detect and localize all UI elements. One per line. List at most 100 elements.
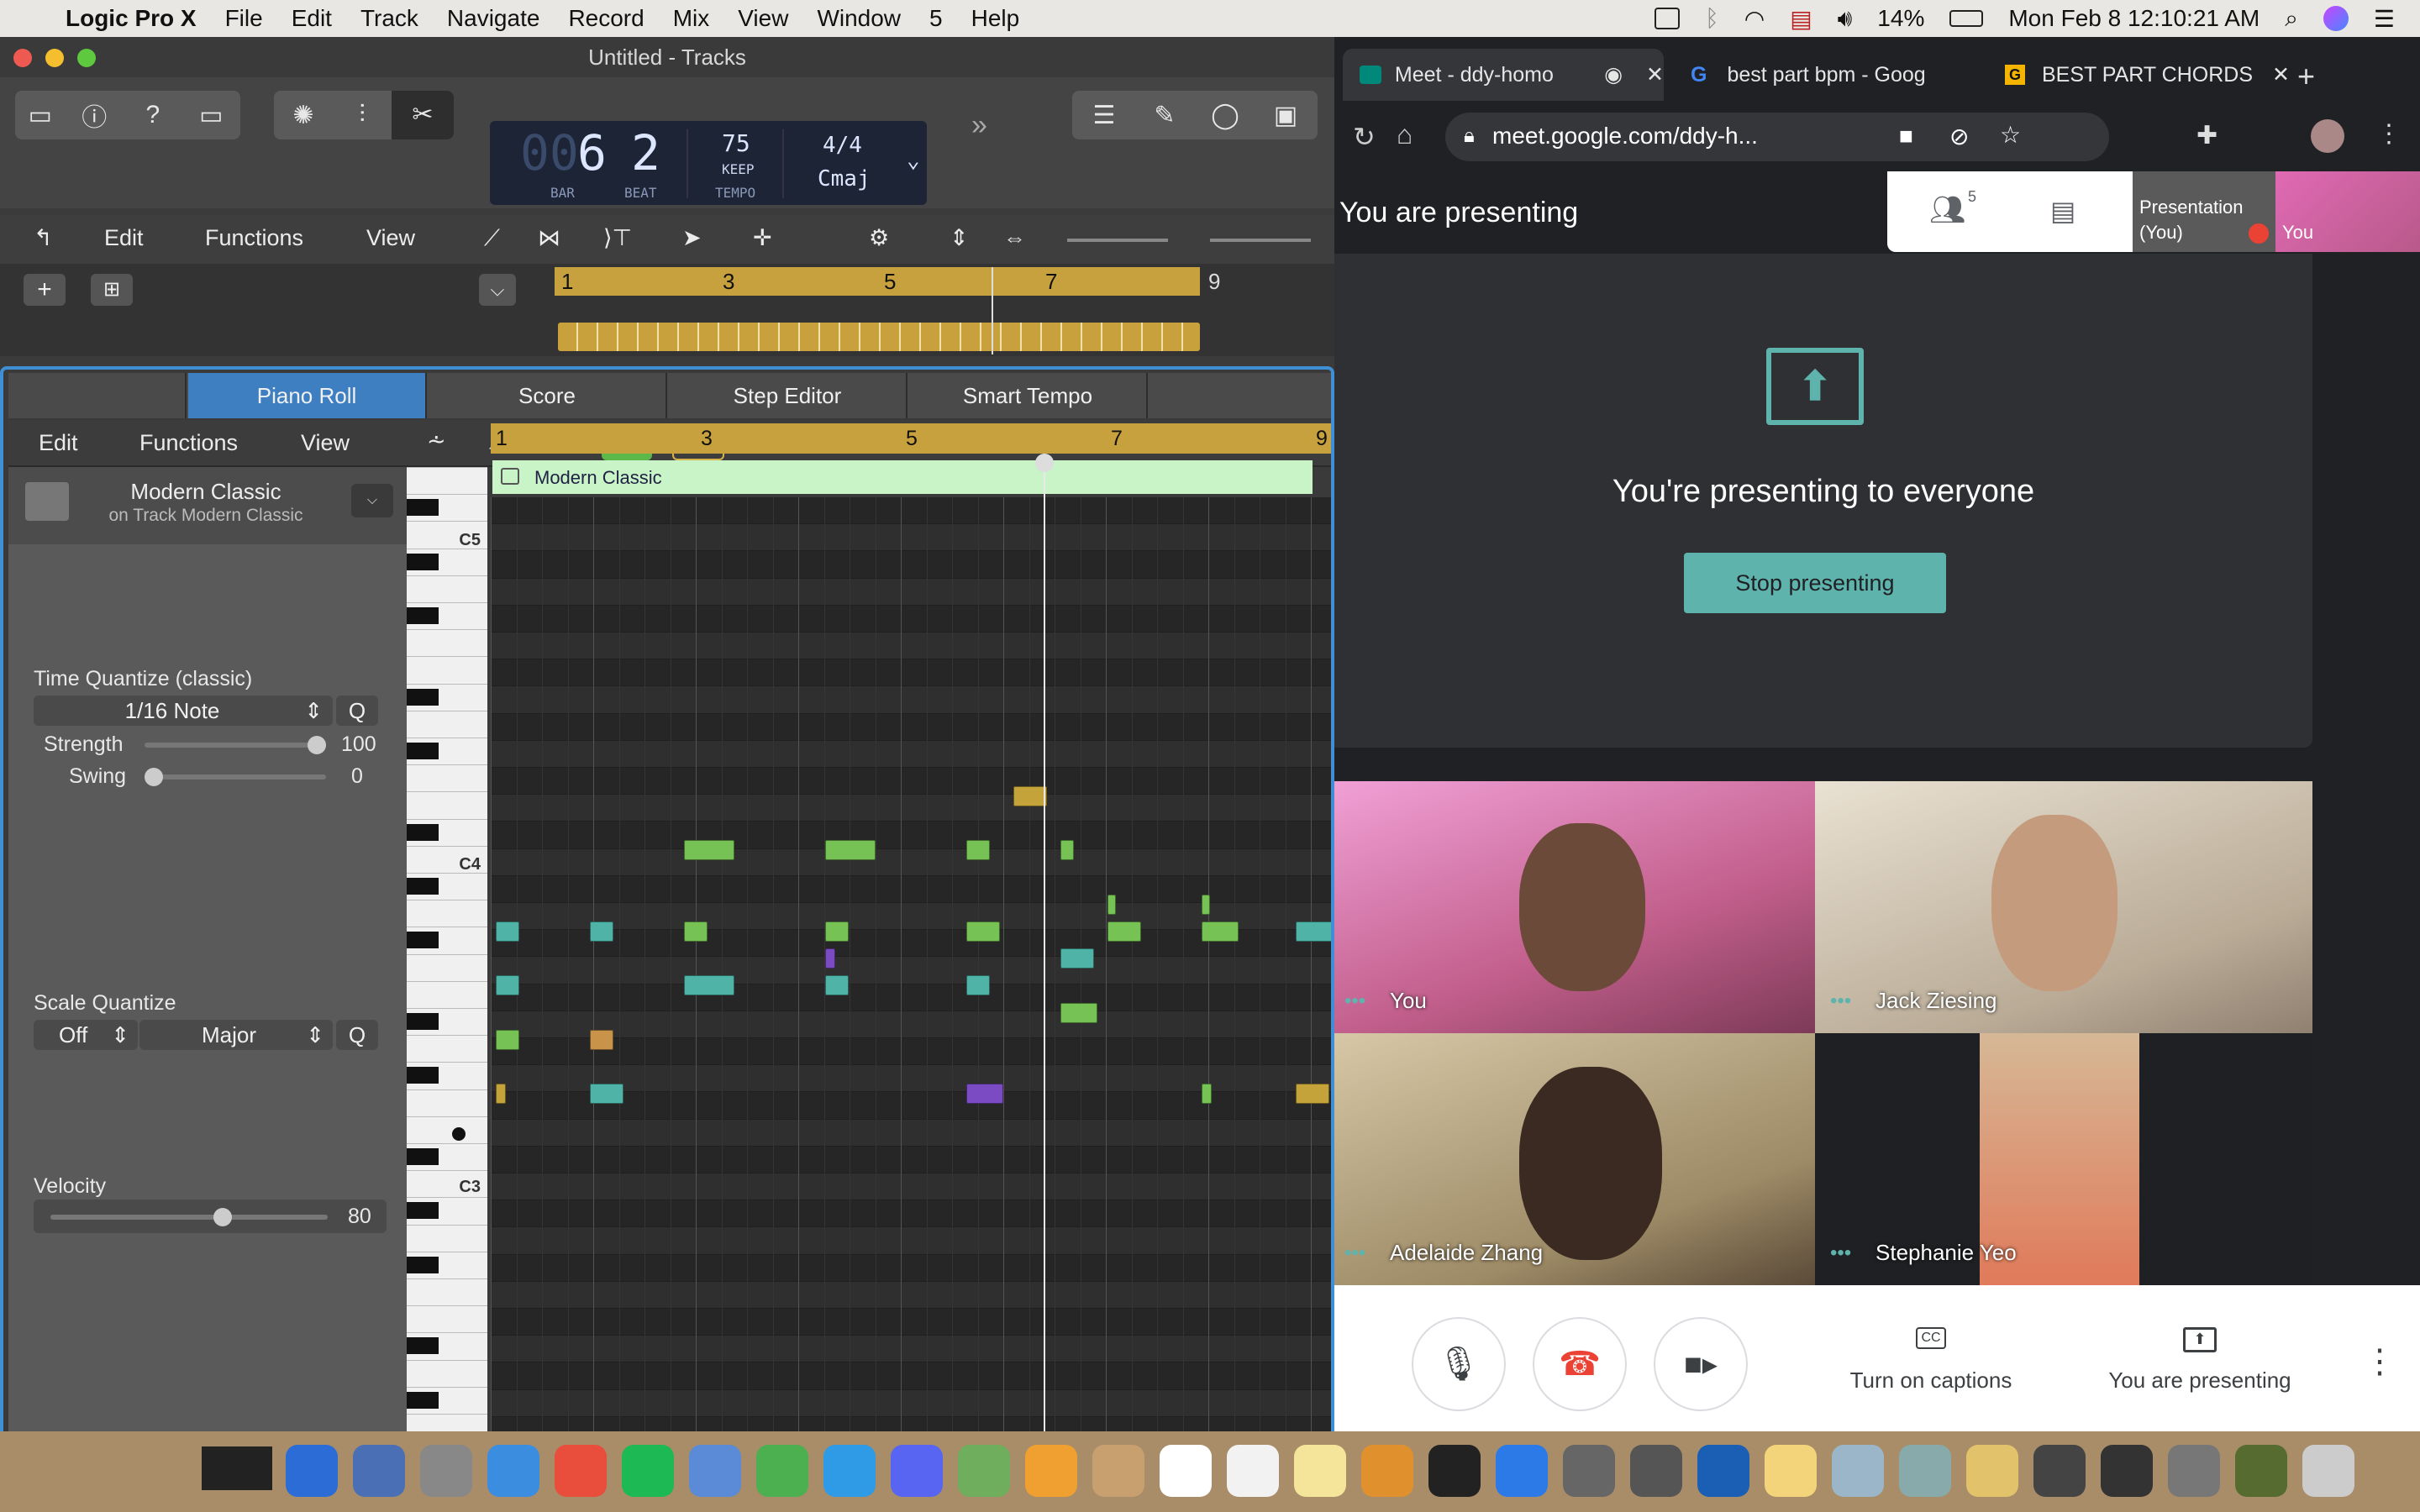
note-grid[interactable] bbox=[491, 497, 1331, 1431]
pr-view-menu[interactable]: View bbox=[301, 430, 350, 456]
time-quantize-select[interactable]: 1/16 Note ⇕ bbox=[34, 696, 333, 726]
tab-score[interactable]: Score bbox=[429, 373, 667, 418]
midi-note[interactable] bbox=[1202, 921, 1239, 942]
black-key[interactable] bbox=[407, 932, 439, 949]
black-key[interactable] bbox=[407, 878, 439, 895]
close-tab-icon[interactable]: ✕ bbox=[2272, 62, 2290, 87]
dock-app-icon[interactable] bbox=[1361, 1445, 1413, 1497]
participant-tile-stephanie[interactable]: ••• Stephanie Yeo bbox=[1815, 1033, 2312, 1285]
reload-icon[interactable]: ↻ bbox=[1353, 121, 1376, 153]
menu-navigate[interactable]: Navigate bbox=[447, 5, 540, 32]
midi-note[interactable] bbox=[590, 1029, 613, 1050]
menu-view[interactable]: View bbox=[738, 5, 788, 32]
participant-tile-you[interactable]: ••• You bbox=[1334, 781, 1815, 1033]
dock-app-icon[interactable] bbox=[487, 1445, 539, 1497]
dock-window-thumb[interactable] bbox=[202, 1446, 272, 1490]
dock-app-icon[interactable] bbox=[1092, 1445, 1144, 1497]
dock-app-icon[interactable] bbox=[2101, 1445, 2153, 1497]
pr-ruler[interactable]: 1 3 5 7 9 bbox=[491, 423, 1331, 454]
menu-help[interactable]: Help bbox=[971, 5, 1020, 32]
midi-note[interactable] bbox=[825, 840, 876, 861]
dock-app-icon[interactable] bbox=[1294, 1445, 1346, 1497]
black-key[interactable] bbox=[407, 688, 439, 706]
vertical-zoom-slider[interactable] bbox=[1067, 239, 1168, 242]
midi-note[interactable] bbox=[825, 948, 835, 969]
tracks-functions-menu[interactable]: Functions bbox=[205, 225, 303, 251]
midi-note[interactable] bbox=[825, 921, 849, 942]
flag-icon[interactable]: ▤ bbox=[1790, 5, 1812, 33]
dock-app-icon[interactable] bbox=[2235, 1445, 2287, 1497]
captions-button[interactable]: CC Turn on captions bbox=[1839, 1319, 2023, 1411]
snap-icon[interactable]: ⚙ bbox=[869, 225, 889, 251]
dock-app-icon[interactable] bbox=[1832, 1445, 1884, 1497]
black-key[interactable] bbox=[407, 1202, 439, 1220]
menu-window[interactable]: Window bbox=[817, 5, 901, 32]
dock-app-icon[interactable] bbox=[1630, 1445, 1682, 1497]
new-tab-icon[interactable]: + bbox=[2297, 59, 2315, 94]
presentation-thumb[interactable]: Presentation (You) bbox=[2133, 171, 2275, 252]
tab-step-editor[interactable]: Step Editor bbox=[669, 373, 908, 418]
participant-tile-jack[interactable]: ••• Jack Ziesing bbox=[1815, 781, 2312, 1033]
velocity-slider-knob[interactable] bbox=[213, 1208, 233, 1226]
participant-tile-adelaide[interactable]: ••• Adelaide Zhang bbox=[1334, 1033, 1815, 1285]
black-key[interactable] bbox=[407, 499, 439, 517]
tracks-ruler[interactable]: 1 3 5 7 bbox=[555, 267, 1200, 296]
dock-app-icon[interactable] bbox=[555, 1445, 607, 1497]
app-menu[interactable]: Logic Pro X bbox=[66, 5, 197, 32]
midi-note[interactable] bbox=[496, 975, 519, 996]
region-menu-button[interactable]: ⌵ bbox=[351, 484, 393, 517]
lcd-tempo[interactable]: 75 bbox=[722, 129, 750, 157]
add-track-button[interactable]: + bbox=[24, 274, 66, 306]
tracks-view-menu[interactable]: View bbox=[366, 225, 415, 251]
midi-note[interactable] bbox=[496, 1084, 506, 1105]
scale-quantize-q-button[interactable]: Q bbox=[336, 1020, 378, 1050]
pr-functions-menu[interactable]: Functions bbox=[139, 430, 238, 456]
clock[interactable]: Mon Feb 8 12:10:21 AM bbox=[2008, 5, 2260, 32]
close-tab-icon[interactable]: ✕ bbox=[1646, 62, 1664, 87]
camera-icon[interactable]: ■ bbox=[1899, 123, 1913, 150]
menu-record[interactable]: Record bbox=[568, 5, 644, 32]
tab-smart-tempo[interactable]: Smart Tempo bbox=[909, 373, 1148, 418]
pr-edit-menu[interactable]: Edit bbox=[39, 430, 78, 456]
dock-app-icon[interactable] bbox=[1563, 1445, 1615, 1497]
scale-select[interactable]: Major ⇕ bbox=[139, 1020, 333, 1050]
control-center-icon[interactable]: ☰ bbox=[2374, 5, 2395, 33]
midi-note[interactable] bbox=[1107, 894, 1116, 915]
tab-google[interactable]: G best part bpm - Goog bbox=[1674, 49, 1985, 101]
global-tracks-button[interactable]: ⌵ bbox=[479, 274, 516, 306]
velocity-slider[interactable] bbox=[50, 1208, 328, 1226]
back-icon[interactable]: ↰ bbox=[34, 225, 53, 251]
piano-keyboard[interactable]: C5 C4 C3 bbox=[407, 467, 487, 1431]
midi-note[interactable] bbox=[1107, 921, 1141, 942]
library-button[interactable]: ▭ ⓘ ? ▭ bbox=[15, 91, 240, 139]
black-key[interactable] bbox=[407, 1013, 439, 1030]
catch-icon[interactable]: ⟩⊤ bbox=[603, 225, 632, 251]
black-key[interactable] bbox=[407, 1256, 439, 1273]
hangup-button[interactable]: ☎︎ bbox=[1533, 1317, 1627, 1411]
crosshair-tool-icon[interactable]: ✛ bbox=[753, 225, 772, 251]
dock-app-icon[interactable] bbox=[1227, 1445, 1279, 1497]
siri-icon[interactable] bbox=[2323, 6, 2349, 31]
menu-5[interactable]: 5 bbox=[929, 5, 943, 32]
midi-note[interactable] bbox=[1060, 840, 1074, 861]
dock-app-icon[interactable] bbox=[756, 1445, 808, 1497]
dock-app-icon[interactable] bbox=[1428, 1445, 1481, 1497]
spotlight-icon[interactable]: ⌕ bbox=[2285, 5, 2298, 33]
zoom-vertical-icon[interactable]: ⇕ bbox=[950, 225, 969, 251]
zoom-horizontal-icon[interactable]: ⇔ bbox=[1003, 225, 1026, 251]
battery-percent[interactable]: 14% bbox=[1877, 5, 1924, 32]
midi-note[interactable] bbox=[966, 975, 990, 996]
dock-app-icon[interactable] bbox=[891, 1445, 943, 1497]
midi-note[interactable] bbox=[1296, 1084, 1329, 1105]
time-quantize-q-button[interactable]: Q bbox=[336, 696, 378, 726]
smart-controls-button[interactable]: ✺ ⫶ ✂ bbox=[274, 91, 454, 139]
black-key[interactable] bbox=[407, 1337, 439, 1355]
volume-icon[interactable]: 🔊︎ bbox=[1838, 5, 1853, 33]
wifi-icon[interactable]: ◠ bbox=[1744, 5, 1765, 33]
dock-app-icon[interactable] bbox=[2168, 1445, 2220, 1497]
tab-piano-roll[interactable]: Piano Roll bbox=[188, 373, 427, 418]
midi-note[interactable] bbox=[1296, 921, 1331, 942]
camera-button[interactable]: ■▸ bbox=[1654, 1317, 1748, 1411]
midi-note[interactable] bbox=[966, 1084, 1003, 1105]
swing-slider-knob[interactable] bbox=[145, 768, 163, 786]
